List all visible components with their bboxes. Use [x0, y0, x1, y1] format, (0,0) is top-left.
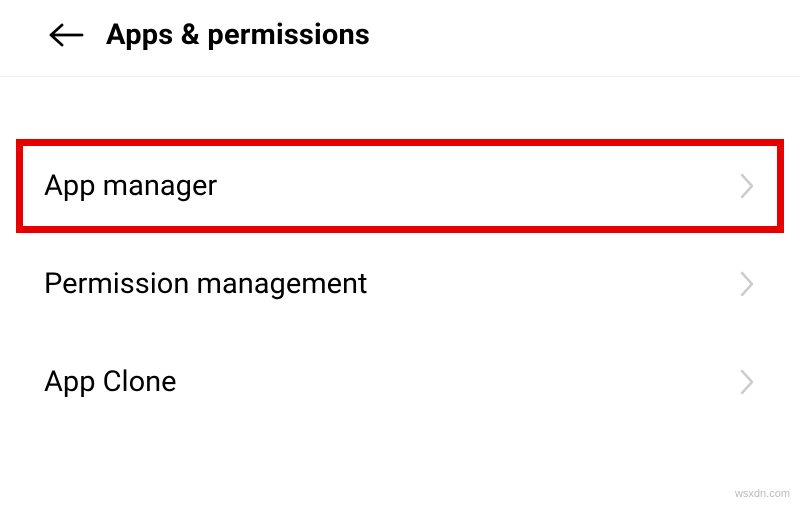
header: Apps & permissions — [0, 0, 800, 77]
watermark: wsxdn.com — [735, 488, 790, 500]
back-button[interactable] — [48, 19, 88, 51]
settings-list: App manager Permission management App Cl… — [0, 77, 800, 431]
page-title: Apps & permissions — [106, 18, 370, 52]
chevron-right-icon — [738, 366, 756, 398]
chevron-right-icon — [738, 170, 756, 202]
chevron-right-icon — [738, 268, 756, 300]
list-item-app-clone[interactable]: App Clone — [0, 333, 800, 431]
list-item-label: Permission management — [44, 267, 368, 301]
back-arrow-icon — [48, 21, 84, 49]
list-item-permission-management[interactable]: Permission management — [0, 235, 800, 333]
list-item-app-manager[interactable]: App manager — [0, 137, 800, 235]
list-item-label: App manager — [44, 169, 217, 203]
list-item-label: App Clone — [44, 365, 177, 399]
